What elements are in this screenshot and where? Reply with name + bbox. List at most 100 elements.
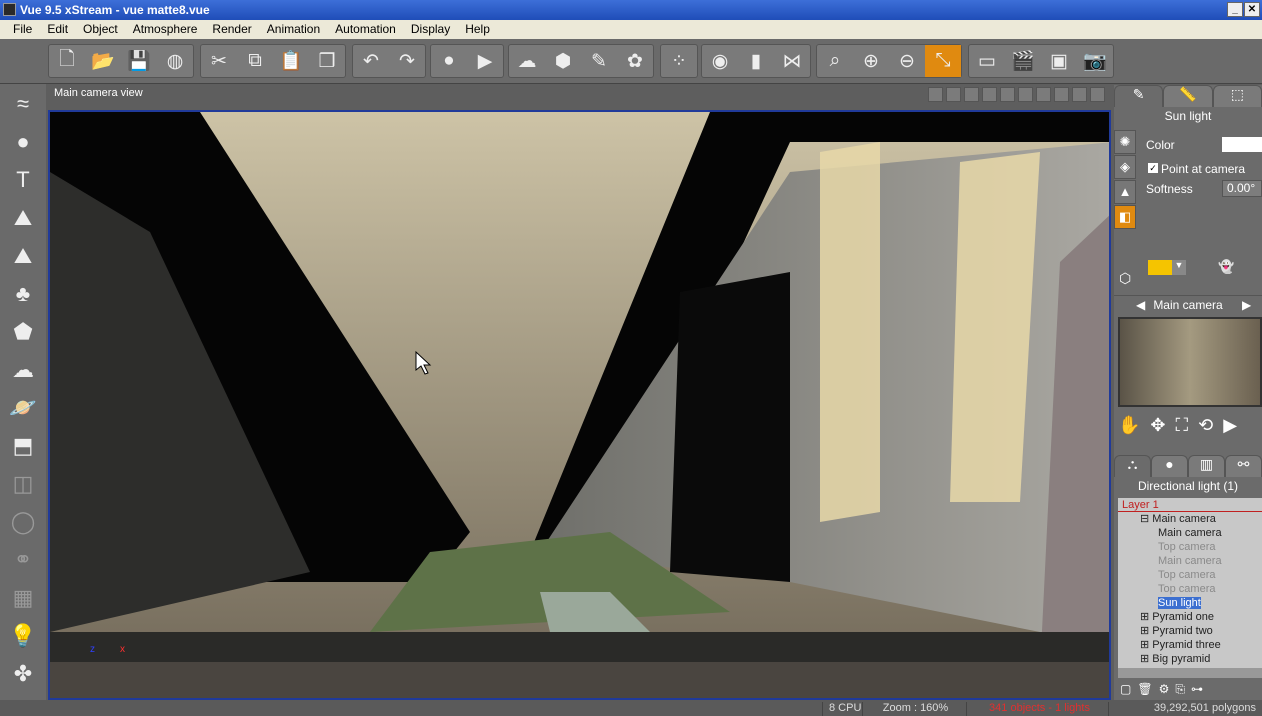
material-balls-icon[interactable]: ⁘ xyxy=(661,45,697,77)
settings-icon[interactable]: ⚙ xyxy=(1159,682,1170,697)
color-swatch[interactable] xyxy=(1222,137,1262,152)
view-button[interactable] xyxy=(964,87,979,102)
cloud-icon[interactable]: ☁ xyxy=(5,352,41,388)
procedural-terrain-icon[interactable]: ⛰ xyxy=(5,238,41,274)
tree-item[interactable]: Main camera xyxy=(1118,526,1262,540)
menu-automation[interactable]: Automation xyxy=(328,20,404,39)
paste-icon[interactable]: 📋 xyxy=(273,45,309,77)
align-icon[interactable]: ▮ xyxy=(738,45,774,77)
planet-icon[interactable]: 🪐 xyxy=(5,390,41,426)
cut-icon[interactable]: ✂ xyxy=(201,45,237,77)
expand-toggle-icon[interactable]: ⊟ xyxy=(1140,513,1152,525)
next-camera-button[interactable]: ▶ xyxy=(1242,298,1251,312)
prev-camera-button[interactable]: ◀ xyxy=(1136,298,1145,312)
close-button[interactable]: ✕ xyxy=(1244,2,1260,17)
main-camera-viewport[interactable]: z x xyxy=(48,110,1111,700)
play-icon[interactable]: ▶ xyxy=(467,45,503,77)
metablob-icon[interactable]: ◯ xyxy=(5,504,41,540)
expand-toggle-icon[interactable]: ⊞ xyxy=(1140,625,1152,637)
text-icon[interactable]: T xyxy=(5,162,41,198)
view-button[interactable] xyxy=(1090,87,1105,102)
plant-icon[interactable]: ✿ xyxy=(617,45,653,77)
film-strip-icon[interactable]: ▭ xyxy=(969,45,1005,77)
view-button[interactable] xyxy=(982,87,997,102)
minimize-button[interactable]: _ xyxy=(1227,2,1243,17)
render-frame-icon[interactable]: ▣ xyxy=(1041,45,1077,77)
view-button[interactable] xyxy=(1018,87,1033,102)
light-icon[interactable]: ✺ xyxy=(1114,130,1136,154)
tree-item[interactable]: ⊟ Main camera xyxy=(1118,512,1262,526)
tree-item[interactable]: ⊞ Pyramid three xyxy=(1118,638,1262,652)
object-cube-icon[interactable]: ⬢ xyxy=(545,45,581,77)
menu-object[interactable]: Object xyxy=(76,20,126,39)
tab-library[interactable]: ▥ xyxy=(1188,455,1225,477)
delete-icon[interactable]: 🗑 xyxy=(1137,682,1152,697)
tab-objects[interactable]: ⛬ xyxy=(1114,455,1151,477)
menu-atmosphere[interactable]: Atmosphere xyxy=(126,20,206,39)
clapper-icon[interactable]: 🎬 xyxy=(1005,45,1041,77)
expand-toggle-icon[interactable]: ⊞ xyxy=(1140,611,1152,623)
rotate-icon[interactable]: ⟲ xyxy=(1198,415,1213,445)
menu-display[interactable]: Display xyxy=(404,20,458,39)
volumetric-icon[interactable]: ▲ xyxy=(1114,180,1136,204)
record-icon[interactable]: ● xyxy=(431,45,467,77)
rock-icon[interactable]: ⬟ xyxy=(5,314,41,350)
tree-item[interactable]: ⊞ Big pyramid xyxy=(1118,652,1262,666)
menu-file[interactable]: File xyxy=(6,20,40,39)
undo-icon[interactable]: ↶ xyxy=(353,45,389,77)
play-icon[interactable]: ▶ xyxy=(1223,415,1237,445)
shadow-icon[interactable]: ◧ xyxy=(1114,205,1136,229)
lens-flare-icon[interactable]: ◈ xyxy=(1114,155,1136,179)
tree-item[interactable]: Sun light xyxy=(1118,596,1262,610)
view-button[interactable] xyxy=(1054,87,1069,102)
tree-item[interactable]: ⊞ Pyramid one xyxy=(1118,610,1262,624)
tree-item[interactable]: Top camera xyxy=(1118,568,1262,582)
wind-icon[interactable]: ✤ xyxy=(5,656,41,692)
cube-icon[interactable]: ⬡ xyxy=(1119,270,1131,287)
tree-item[interactable]: ⊞ Pyramid two xyxy=(1118,624,1262,638)
camera-selector[interactable]: Main camera xyxy=(1153,298,1222,312)
tree-item[interactable]: Layer 1 xyxy=(1118,498,1262,512)
view-button[interactable] xyxy=(1036,87,1051,102)
tree-item[interactable]: Top camera xyxy=(1118,582,1262,596)
tab-links[interactable]: ⚯ xyxy=(1225,455,1262,477)
zoom-out-icon[interactable]: ⊖ xyxy=(889,45,925,77)
boolean-icon[interactable]: ◫ xyxy=(5,466,41,502)
light-color-swatch[interactable] xyxy=(1148,260,1172,275)
import-object-icon[interactable]: ⬒ xyxy=(5,428,41,464)
menu-animation[interactable]: Animation xyxy=(260,20,328,39)
tree-item[interactable]: Top camera xyxy=(1118,540,1262,554)
tab-animation[interactable]: ⬚ xyxy=(1212,85,1262,107)
atmosphere-icon[interactable]: ☁ xyxy=(509,45,545,77)
zoom-in-icon[interactable]: ⊕ xyxy=(853,45,889,77)
hierarchy-icon[interactable]: ⊶ xyxy=(1191,682,1203,697)
menu-edit[interactable]: Edit xyxy=(40,20,76,39)
swatch-dropdown[interactable]: ▼ xyxy=(1172,260,1186,275)
light-bulb-icon[interactable]: 💡 xyxy=(5,618,41,654)
new-layer-icon[interactable]: ▢ xyxy=(1120,682,1131,697)
tab-numerics[interactable]: 📏 xyxy=(1163,85,1213,107)
tab-aspect[interactable]: ✎ xyxy=(1114,85,1164,107)
new-file-icon[interactable]: 🗋 xyxy=(49,45,85,77)
tab-materials[interactable]: ● xyxy=(1151,455,1188,477)
ghost-icon[interactable]: 👻 xyxy=(1218,259,1234,275)
view-button[interactable] xyxy=(1000,87,1015,102)
water-plane-icon[interactable]: ≈ xyxy=(5,86,41,122)
terrain-icon[interactable]: ⛰ xyxy=(5,200,41,236)
link-icon[interactable]: ⎘ xyxy=(1175,682,1185,697)
frame-icon[interactable]: ⛶ xyxy=(1176,415,1189,445)
zoom-region-icon[interactable]: ⌕ xyxy=(817,45,853,77)
tree-scrollbar[interactable] xyxy=(1118,668,1262,678)
redo-icon[interactable]: ↷ xyxy=(389,45,425,77)
tree-icon[interactable]: ♣ xyxy=(5,276,41,312)
open-folder-icon[interactable]: 📂 xyxy=(85,45,121,77)
group-icon[interactable]: ▦ xyxy=(5,580,41,616)
hyperblob-icon[interactable]: ⚭ xyxy=(5,542,41,578)
move-icon[interactable]: ✥ xyxy=(1150,415,1165,445)
camera-icon[interactable]: 📷 xyxy=(1077,45,1113,77)
brush-icon[interactable]: ✎ xyxy=(581,45,617,77)
globe-icon[interactable]: ◍ xyxy=(157,45,193,77)
copy-icon[interactable]: ⧉ xyxy=(237,45,273,77)
pan-hand-icon[interactable]: ✋ xyxy=(1118,415,1140,445)
view-button[interactable] xyxy=(928,87,943,102)
